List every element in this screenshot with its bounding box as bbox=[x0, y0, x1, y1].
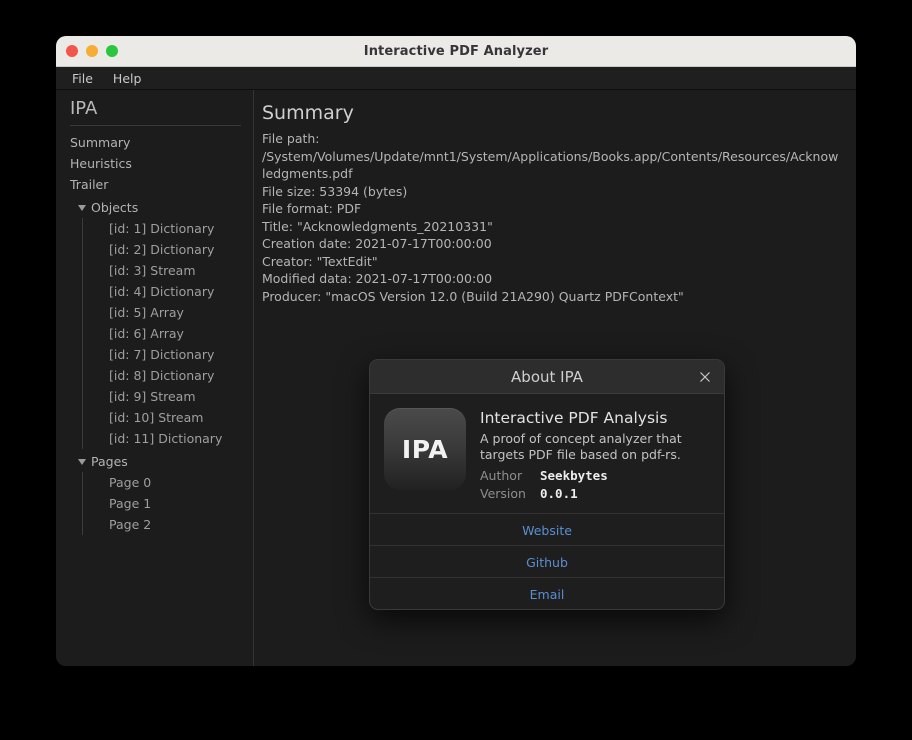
sidebar-title: IPA bbox=[70, 90, 241, 126]
email-link-label: Email bbox=[530, 587, 565, 602]
about-dialog: About IPA IPA Interactive PDF Analysis A… bbox=[369, 359, 725, 610]
tree-children-pages: Page 0 Page 1 Page 2 bbox=[82, 472, 253, 535]
menu-item-file[interactable]: File bbox=[64, 69, 101, 88]
tree-item-object[interactable]: [id: 3] Stream bbox=[89, 260, 253, 281]
about-dialog-body: IPA Interactive PDF Analysis A proof of … bbox=[370, 394, 724, 513]
version-value: 0.0.1 bbox=[540, 486, 578, 501]
summary-file-path-label: File path: bbox=[262, 130, 840, 148]
summary-title: Title: "Acknowledgments_20210331" bbox=[262, 218, 840, 236]
version-row: Version 0.0.1 bbox=[480, 486, 710, 501]
summary-creation-date: Creation date: 2021-07-17T00:00:00 bbox=[262, 235, 840, 253]
application-window: Interactive PDF Analyzer File Help IPA S… bbox=[56, 36, 856, 666]
menu-item-help[interactable]: Help bbox=[105, 69, 150, 88]
sidebar: IPA Summary Heuristics Trailer Objects [… bbox=[56, 90, 254, 666]
close-icon[interactable] bbox=[696, 368, 714, 386]
email-link[interactable]: Email bbox=[370, 577, 724, 609]
tree-item-object[interactable]: [id: 7] Dictionary bbox=[89, 344, 253, 365]
summary-modified-data: Modified data: 2021-07-17T00:00:00 bbox=[262, 270, 840, 288]
tree-item-object[interactable]: [id: 9] Stream bbox=[89, 386, 253, 407]
page-title: Summary bbox=[262, 102, 840, 124]
app-icon: IPA bbox=[384, 408, 466, 490]
product-name: Interactive PDF Analysis bbox=[480, 409, 710, 428]
window-title: Interactive PDF Analyzer bbox=[56, 44, 856, 59]
summary-producer: Producer: "macOS Version 12.0 (Build 21A… bbox=[262, 288, 840, 306]
tree-item-page[interactable]: Page 2 bbox=[89, 514, 253, 535]
tree-item-page[interactable]: Page 1 bbox=[89, 493, 253, 514]
tree-item-object[interactable]: [id: 4] Dictionary bbox=[89, 281, 253, 302]
tree-item-object[interactable]: [id: 1] Dictionary bbox=[89, 218, 253, 239]
tree-item-object[interactable]: [id: 2] Dictionary bbox=[89, 239, 253, 260]
tree-item-object[interactable]: [id: 5] Array bbox=[89, 302, 253, 323]
tree-group-pages: Pages Page 0 Page 1 Page 2 bbox=[56, 451, 253, 535]
about-dialog-info: Interactive PDF Analysis A proof of conc… bbox=[480, 408, 710, 501]
sidebar-item-heuristics[interactable]: Heuristics bbox=[56, 153, 253, 174]
tree-item-object[interactable]: [id: 8] Dictionary bbox=[89, 365, 253, 386]
tree-item-object[interactable]: [id: 6] Array bbox=[89, 323, 253, 344]
tree-group-objects-label: Objects bbox=[91, 199, 138, 216]
tree-item-object[interactable]: [id: 11] Dictionary bbox=[89, 428, 253, 449]
sidebar-item-summary[interactable]: Summary bbox=[56, 132, 253, 153]
author-value: Seekbytes bbox=[540, 468, 608, 483]
product-description: A proof of concept analyzer that targets… bbox=[480, 431, 710, 462]
website-link[interactable]: Website bbox=[370, 513, 724, 545]
website-link-label: Website bbox=[522, 523, 572, 538]
tree-item-page[interactable]: Page 0 bbox=[89, 472, 253, 493]
window-titlebar: Interactive PDF Analyzer bbox=[56, 36, 856, 67]
tree-group-objects: Objects [id: 1] Dictionary [id: 2] Dicti… bbox=[56, 197, 253, 449]
sidebar-item-trailer[interactable]: Trailer bbox=[56, 174, 253, 195]
menu-bar: File Help bbox=[56, 67, 856, 90]
app-icon-label: IPA bbox=[402, 435, 448, 464]
summary-file-size: File size: 53394 (bytes) bbox=[262, 183, 840, 201]
tree-item-object[interactable]: [id: 10] Stream bbox=[89, 407, 253, 428]
github-link[interactable]: Github bbox=[370, 545, 724, 577]
summary-file-path-value: /System/Volumes/Update/mnt1/System/Appli… bbox=[262, 148, 840, 183]
tree-group-pages-header[interactable]: Pages bbox=[56, 451, 253, 472]
window-minimize-button[interactable] bbox=[86, 45, 98, 57]
tree-group-pages-label: Pages bbox=[91, 453, 128, 470]
about-dialog-title: About IPA bbox=[511, 368, 583, 386]
tree-group-objects-header[interactable]: Objects bbox=[56, 197, 253, 218]
chevron-down-icon[interactable] bbox=[78, 205, 86, 211]
about-dialog-header: About IPA bbox=[370, 360, 724, 394]
tree-children-objects: [id: 1] Dictionary [id: 2] Dictionary [i… bbox=[82, 218, 253, 449]
summary-creator: Creator: "TextEdit" bbox=[262, 253, 840, 271]
github-link-label: Github bbox=[526, 555, 568, 570]
chevron-down-icon[interactable] bbox=[78, 459, 86, 465]
traffic-lights bbox=[56, 45, 118, 57]
window-close-button[interactable] bbox=[66, 45, 78, 57]
window-maximize-button[interactable] bbox=[106, 45, 118, 57]
summary-file-format: File format: PDF bbox=[262, 200, 840, 218]
sidebar-nav-list: Summary Heuristics Trailer bbox=[56, 126, 253, 195]
author-label: Author bbox=[480, 468, 532, 483]
version-label: Version bbox=[480, 486, 532, 501]
author-row: Author Seekbytes bbox=[480, 468, 710, 483]
